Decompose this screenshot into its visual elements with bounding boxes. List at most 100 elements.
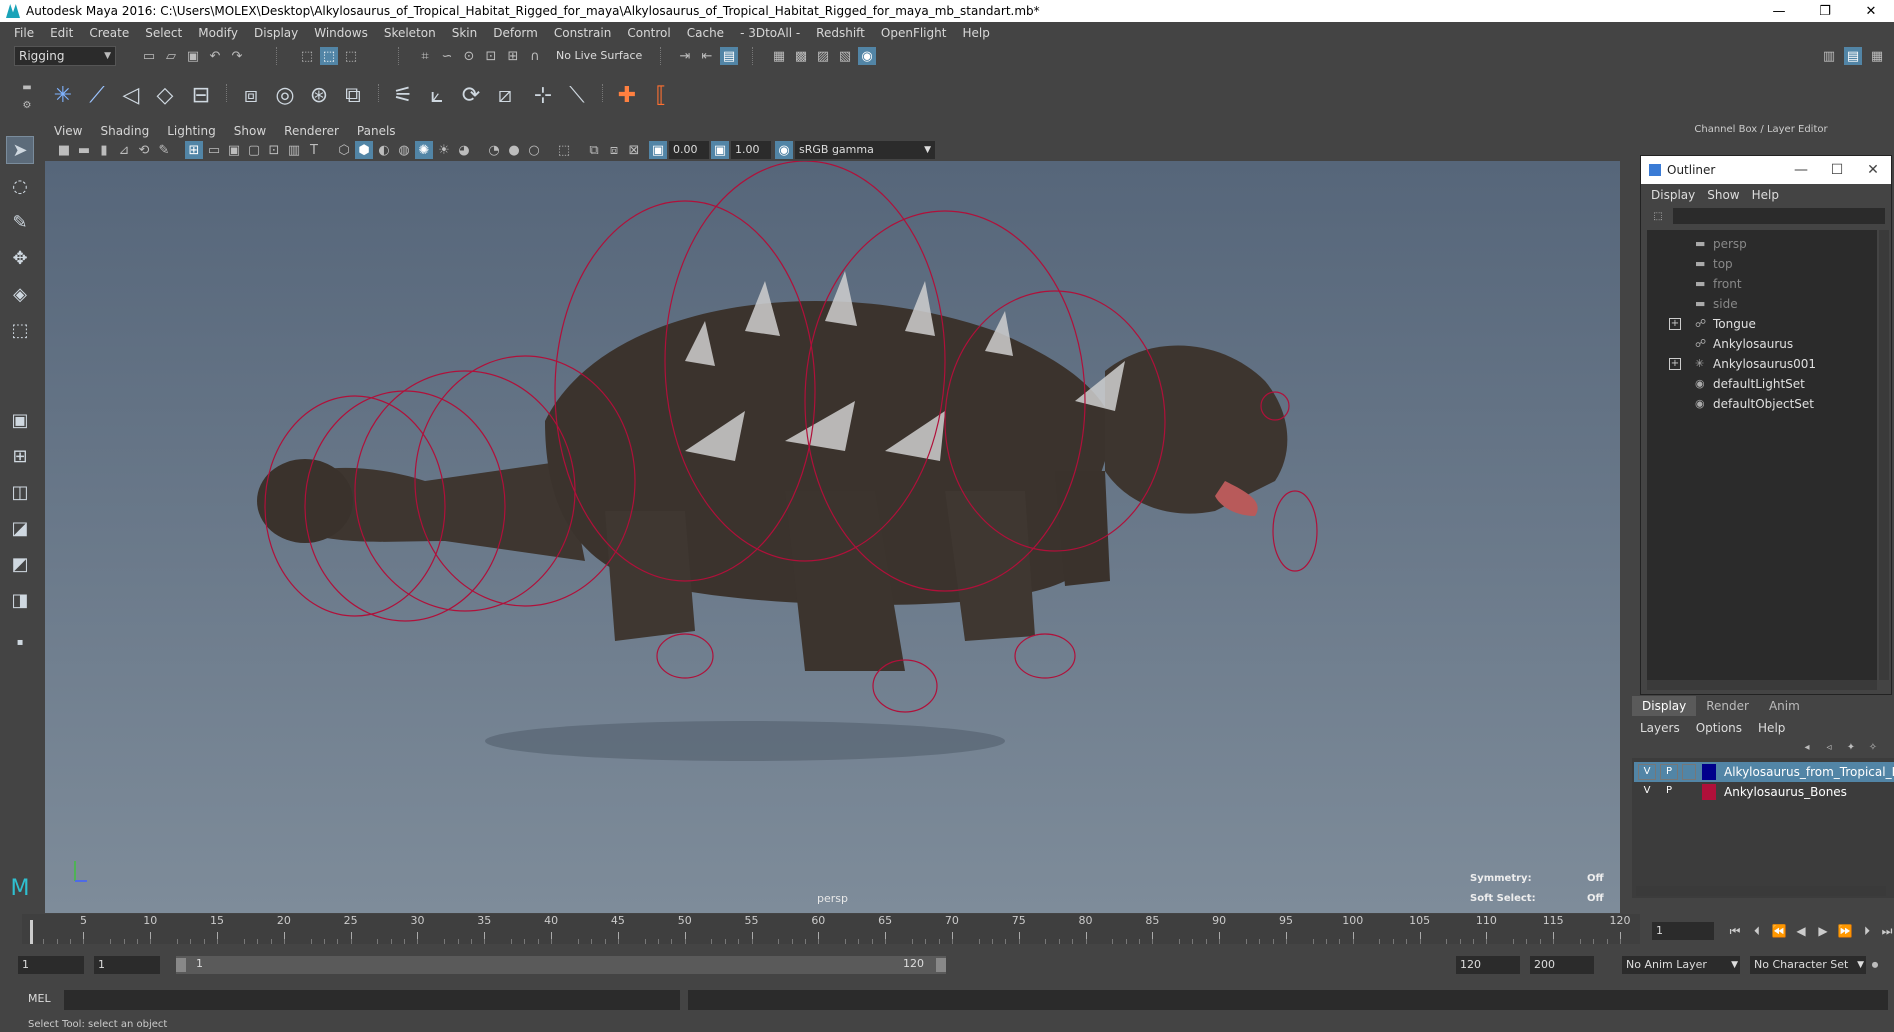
menu-deform[interactable]: Deform <box>485 26 546 40</box>
exposure-field[interactable]: 0.00 <box>669 141 709 159</box>
playback-start-field[interactable]: 1 <box>94 956 160 974</box>
render-current-icon[interactable]: ▩ <box>792 47 810 65</box>
outliner-maximize-button[interactable]: ☐ <box>1819 156 1855 184</box>
anim-layer-dropdown[interactable]: No Anim Layer ▼ <box>1622 956 1740 974</box>
outliner-item[interactable]: ▬ top <box>1647 254 1877 274</box>
image-plane-icon[interactable]: ⊿ <box>115 141 133 159</box>
outliner-item[interactable]: + ☍ Tongue <box>1647 314 1877 334</box>
go-to-end-icon[interactable]: ⏭ <box>1878 922 1894 940</box>
vp-menu-renderer[interactable]: Renderer <box>275 124 348 138</box>
locator-icon[interactable]: ✚ <box>612 80 642 110</box>
move-layer-down-icon[interactable]: ◃ <box>1820 738 1838 756</box>
wire-icon[interactable]: ⊹ <box>528 80 558 110</box>
menu-display[interactable]: Display <box>246 26 306 40</box>
play-backward-icon[interactable]: ◀ <box>1792 922 1810 940</box>
input-ops-icon[interactable]: ⇥ <box>676 47 694 65</box>
lasso-tool-icon[interactable]: ◌ <box>6 172 34 200</box>
cluster-icon[interactable]: ⚟ <box>388 80 418 110</box>
persp-uv-icon[interactable]: ◨ <box>6 586 34 614</box>
layer-menu-help[interactable]: Help <box>1750 721 1793 735</box>
modeling-toolkit-icon[interactable]: ▥ <box>1820 47 1838 65</box>
outliner-item[interactable]: ☍ Ankylosaurus <box>1647 334 1877 354</box>
snap-grid-icon[interactable]: ⌗ <box>416 47 434 65</box>
play-forward-icon[interactable]: ▶ <box>1814 922 1832 940</box>
outliner-search-input[interactable] <box>1673 208 1885 224</box>
layer-horizontal-scrollbar[interactable] <box>1636 886 1886 896</box>
menu-set-dropdown[interactable]: Rigging ▼ <box>14 46 116 66</box>
safe-title-icon[interactable]: T <box>305 141 323 159</box>
vp-menu-lighting[interactable]: Lighting <box>158 124 225 138</box>
layer-color-swatch[interactable] <box>1702 764 1716 780</box>
orient-joint-icon[interactable]: ⊟ <box>186 80 216 110</box>
save-scene-icon[interactable]: ▣ <box>184 47 202 65</box>
snap-surface-icon[interactable]: ⊞ <box>504 47 522 65</box>
step-back-icon[interactable]: ⏴ <box>1748 922 1766 940</box>
2d-pan-icon[interactable]: ⟲ <box>135 141 153 159</box>
outliner-item[interactable]: + ✳ Ankylosaurus001 <box>1647 354 1877 374</box>
undo-icon[interactable]: ↶ <box>206 47 224 65</box>
layer-menu-layers[interactable]: Layers <box>1632 721 1688 735</box>
outliner-menu-help[interactable]: Help <box>1746 188 1785 202</box>
move-tool-icon[interactable]: ✥ <box>6 244 34 272</box>
lights-icon[interactable]: ✺ <box>415 141 433 159</box>
ambient-occlusion-icon[interactable]: ◕ <box>455 141 473 159</box>
shelf-options-icon[interactable]: ▬ <box>18 78 36 96</box>
camera-select-icon[interactable]: ■ <box>55 141 73 159</box>
close-button[interactable]: ✕ <box>1848 0 1894 22</box>
current-frame-field[interactable]: 1 <box>1652 922 1714 940</box>
persp-graph-icon[interactable]: ◪ <box>6 514 34 542</box>
range-slider-start-handle[interactable] <box>176 958 186 972</box>
construction-history-icon[interactable]: ▤ <box>720 47 738 65</box>
current-time-marker[interactable] <box>30 920 33 944</box>
film-gate-icon[interactable]: ▭ <box>205 141 223 159</box>
minimize-button[interactable]: — <box>1756 0 1802 22</box>
insert-joint-icon[interactable]: ⟋ <box>82 80 112 110</box>
command-language-label[interactable]: MEL <box>28 992 51 1005</box>
range-slider[interactable]: 1 120 <box>176 956 946 974</box>
smooth-bind-icon[interactable]: ◎ <box>270 80 300 110</box>
menu-openflight[interactable]: OpenFlight <box>873 26 955 40</box>
outliner-item[interactable]: ◉ defaultLightSet <box>1647 374 1877 394</box>
snap-view-icon[interactable]: ⊡ <box>482 47 500 65</box>
tab-anim[interactable]: Anim <box>1759 696 1810 716</box>
new-layer-icon[interactable]: ✦ <box>1842 738 1860 756</box>
character-set-dropdown[interactable]: No Character Set ▼ <box>1750 956 1866 974</box>
open-scene-icon[interactable]: ▱ <box>162 47 180 65</box>
auto-key-icon[interactable]: ⏺ <box>1866 956 1884 974</box>
ik-spline-icon[interactable]: ◇ <box>150 80 180 110</box>
create-joints-icon[interactable]: ✳ <box>48 80 78 110</box>
blend-shape-icon[interactable]: ⧄ <box>490 80 520 110</box>
move-layer-up-icon[interactable]: ◂ <box>1798 738 1816 756</box>
menu-edit[interactable]: Edit <box>42 26 81 40</box>
menu-select[interactable]: Select <box>137 26 190 40</box>
range-slider-end-handle[interactable] <box>936 958 946 972</box>
antialiasing-icon[interactable]: ● <box>505 141 523 159</box>
menu-create[interactable]: Create <box>81 26 137 40</box>
vp-menu-shading[interactable]: Shading <box>91 124 158 138</box>
outliner-minimize-button[interactable]: — <box>1783 156 1819 184</box>
colorspace-dropdown[interactable]: sRGB gamma ▼ <box>795 141 935 159</box>
menu-skin[interactable]: Skin <box>444 26 486 40</box>
command-input[interactable] <box>64 990 680 1010</box>
scale-tool-icon[interactable]: ⬚ <box>6 316 34 344</box>
redo-icon[interactable]: ↷ <box>228 47 246 65</box>
menu-modify[interactable]: Modify <box>190 26 246 40</box>
outliner-horizontal-scrollbar[interactable] <box>1647 680 1877 690</box>
paint-select-icon[interactable]: ✎ <box>6 208 34 236</box>
layer-row[interactable]: V P Alkylosaurus_from_Tropical_Hab <box>1634 762 1894 782</box>
xray-icon[interactable]: ⧉ <box>585 141 603 159</box>
playback-end-field[interactable]: 120 <box>1456 956 1520 974</box>
gamma-field[interactable]: 1.00 <box>731 141 771 159</box>
outliner-menu-display[interactable]: Display <box>1645 188 1701 202</box>
outliner-item[interactable]: ▬ front <box>1647 274 1877 294</box>
layer-playback-toggle[interactable]: P <box>1660 784 1678 800</box>
menu-constrain[interactable]: Constrain <box>546 26 620 40</box>
layer-playback-toggle[interactable]: P <box>1660 764 1678 780</box>
filter-icon[interactable]: ⬚ <box>1649 207 1667 225</box>
attribute-editor-icon[interactable]: ▤ <box>1844 47 1862 65</box>
menu-skeleton[interactable]: Skeleton <box>376 26 444 40</box>
layouts-menu-icon[interactable]: ▪ <box>6 628 34 656</box>
layer-visibility-toggle[interactable]: V <box>1638 764 1656 780</box>
output-ops-icon[interactable]: ⇤ <box>698 47 716 65</box>
animation-end-field[interactable]: 200 <box>1530 956 1594 974</box>
